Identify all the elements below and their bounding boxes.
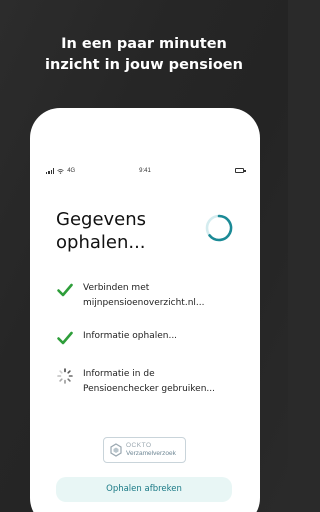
phone-mockup: 4G 9:41 Gegevens ophalen... Verbinden me…: [30, 108, 260, 512]
checkmark-icon: [57, 283, 73, 297]
headline-line-1: In een paar minuten: [61, 36, 227, 52]
logo-brand: OCKTO: [126, 442, 152, 449]
status-bar: 4G 9:41: [30, 166, 260, 178]
logo-label: Verzamelverzoek: [126, 450, 176, 457]
step-connect: Verbinden met mijnpensioenoverzicht.nl..…: [56, 281, 256, 311]
step-label: Informatie in de Pensioenchecker gebruik…: [83, 367, 215, 397]
step-label-line-1: Informatie in de: [83, 369, 155, 379]
cancel-button[interactable]: Ophalen afbreken: [56, 477, 232, 502]
spinner-icon: [57, 368, 73, 384]
step-label: Verbinden met mijnpensioenoverzicht.nl..…: [83, 281, 205, 311]
step-label-line-2: mijnpensioenoverzicht.nl...: [83, 298, 205, 308]
step-label: Informatie ophalen...: [83, 329, 177, 347]
progress-ring-icon: [205, 214, 233, 242]
status-time: 9:41: [139, 168, 151, 174]
step-use: Informatie in de Pensioenchecker gebruik…: [56, 367, 256, 397]
step-label-line-1: Verbinden met: [83, 283, 150, 293]
ockto-mark-icon: [110, 443, 122, 457]
headline: In een paar minuten inzicht in jouw pens…: [0, 34, 288, 76]
page-title-line-2: ophalen...: [56, 232, 146, 253]
page-title-line-1: Gegevens: [56, 209, 147, 230]
status-right: [235, 168, 246, 173]
page-title: Gegevens ophalen...: [56, 208, 206, 254]
checkmark-icon: [57, 331, 73, 345]
headline-line-2: inzicht in jouw pensioen: [45, 57, 243, 73]
ockto-logo: OCKTO Verzamelverzoek: [103, 437, 186, 463]
step-label-line-1: Informatie ophalen...: [83, 331, 178, 341]
battery-icon: [235, 168, 246, 173]
step-fetch: Informatie ophalen...: [56, 329, 256, 347]
step-label-line-2: Pensioenchecker gebruiken...: [83, 384, 215, 394]
